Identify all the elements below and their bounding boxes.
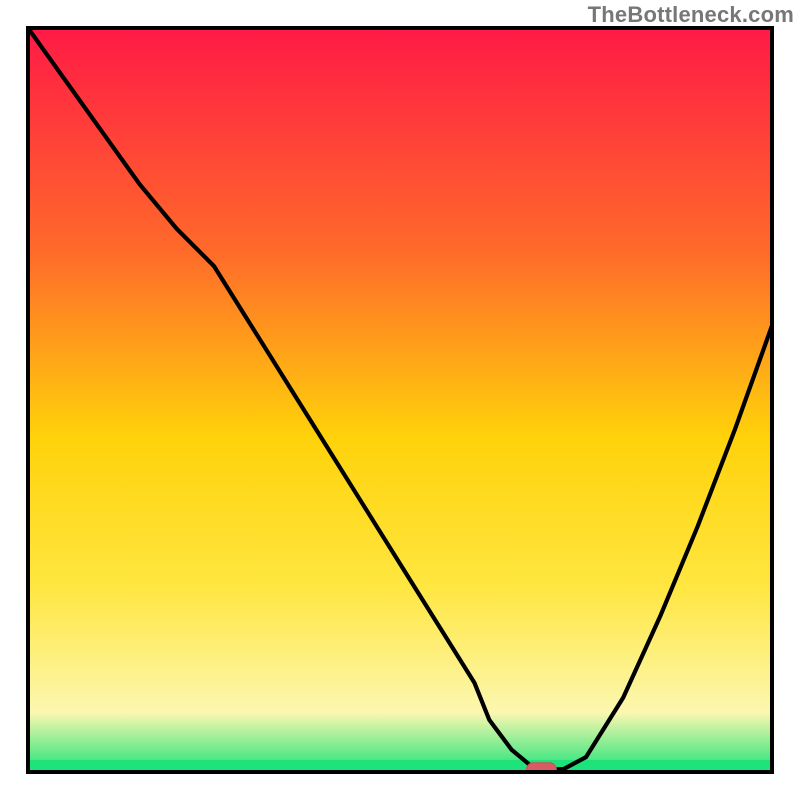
gradient-background	[28, 28, 772, 772]
watermark-text: TheBottleneck.com	[588, 2, 794, 28]
minimum-marker	[526, 763, 556, 777]
chart-stage: TheBottleneck.com	[0, 0, 800, 800]
bottleneck-plot	[0, 0, 800, 800]
